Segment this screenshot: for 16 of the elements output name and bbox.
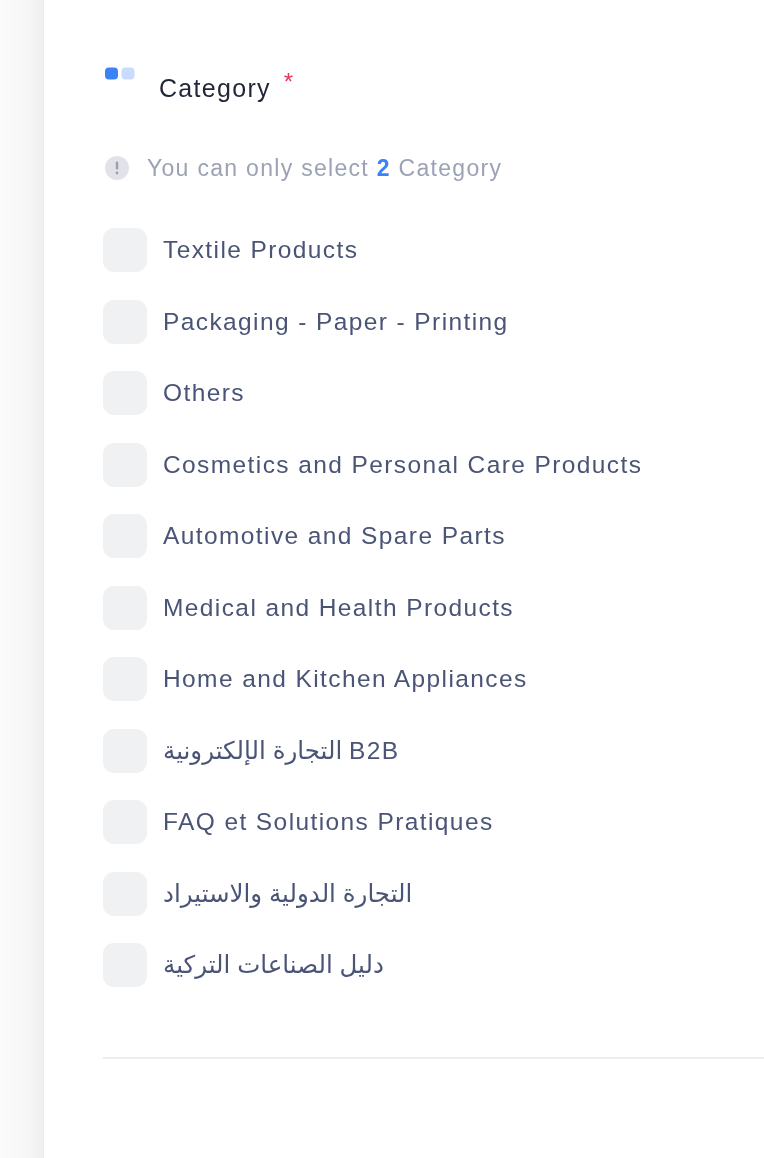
required-asterisk: * xyxy=(283,70,294,94)
two-squares-icon xyxy=(105,67,135,80)
checkbox-label[interactable]: Packaging - Paper - Printing xyxy=(163,305,509,338)
checkbox-label[interactable]: دليل الصناعات التركية xyxy=(163,949,384,981)
field-title: Category xyxy=(159,73,271,104)
checkbox-label[interactable]: Home and Kitchen Appliances xyxy=(163,663,528,695)
checkbox-label[interactable]: Cosmetics and Personal Care Products xyxy=(163,448,643,481)
exclamation-icon xyxy=(105,156,129,180)
checkbox-label[interactable]: Medical and Health Products xyxy=(163,591,515,624)
checkbox-label[interactable]: Textile Products xyxy=(163,234,359,266)
checkbox-label[interactable]: Automotive and Spare Parts xyxy=(163,520,506,552)
checkbox-label[interactable]: التجارة الإلكترونية B2B xyxy=(163,734,400,767)
checkbox-label[interactable]: Others xyxy=(163,377,245,409)
checkbox-label[interactable]: FAQ et Solutions Pratiques xyxy=(163,806,494,838)
selection-limit-note: You can only select 2 Category xyxy=(147,154,503,182)
checkbox-label[interactable]: التجارة الدولية والاستيراد xyxy=(163,877,413,910)
